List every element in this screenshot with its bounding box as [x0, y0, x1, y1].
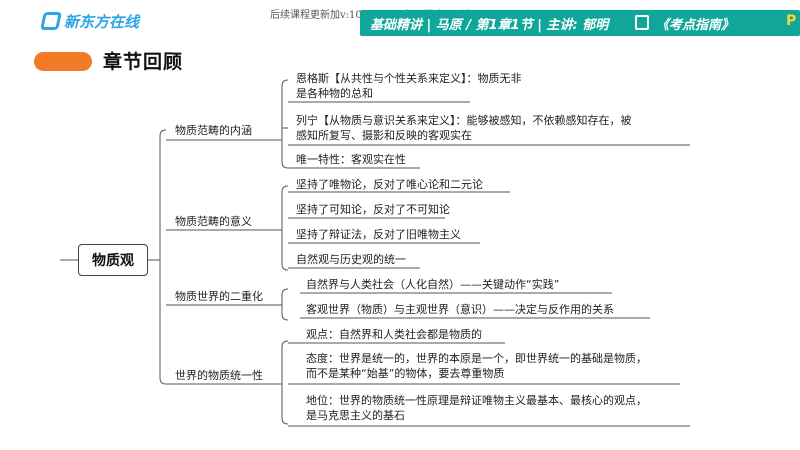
mindmap-node: 坚持了可知论，反对了不可知论	[296, 203, 450, 216]
mindmap-connectors	[60, 79, 690, 427]
mindmap-node: 地位：世界的物质统一性原理是辩证唯物主义最基本、最核心的观点， 是马克思主义的基石	[306, 394, 647, 422]
branch-label: 世界的物质统一性	[175, 369, 263, 382]
mindmap-node: 自然观与历史观的统一	[296, 253, 406, 266]
mindmap-node: 态度：世界是统一的，世界的本原是一个，即世界统一的基础是物质， 而不是某种“始基”…	[306, 352, 647, 380]
branch-label: 物质范畴的意义	[175, 215, 252, 228]
mindmap-node: 客观世界（物质）与主观世界（意识）——决定与反作用的关系	[306, 303, 614, 316]
mindmap-node: 恩格斯【从共性与个性关系来定义】：物质无非 是各种物的总和	[296, 72, 522, 100]
mindmap-node: 唯一特性：客观实在性	[296, 153, 406, 166]
mindmap-root: 物质观	[78, 244, 148, 276]
branch-label: 物质范畴的内涵	[175, 124, 252, 137]
mindmap-node: 坚持了唯物论，反对了唯心论和二元论	[296, 178, 483, 191]
mindmap-node: 观点：自然界和人类社会都是物质的	[306, 328, 482, 341]
branch-label: 物质世界的二重化	[175, 290, 263, 303]
mindmap-node: 自然界与人类社会（人化自然）——关键动作“实践”	[306, 278, 560, 291]
mindmap-node: 坚持了辩证法，反对了旧唯物主义	[296, 228, 461, 241]
mindmap-node: 列宁【从物质与意识关系来定义】：能够被感知，不依赖感知存在，被 感知所复写、摄影和…	[296, 114, 632, 142]
